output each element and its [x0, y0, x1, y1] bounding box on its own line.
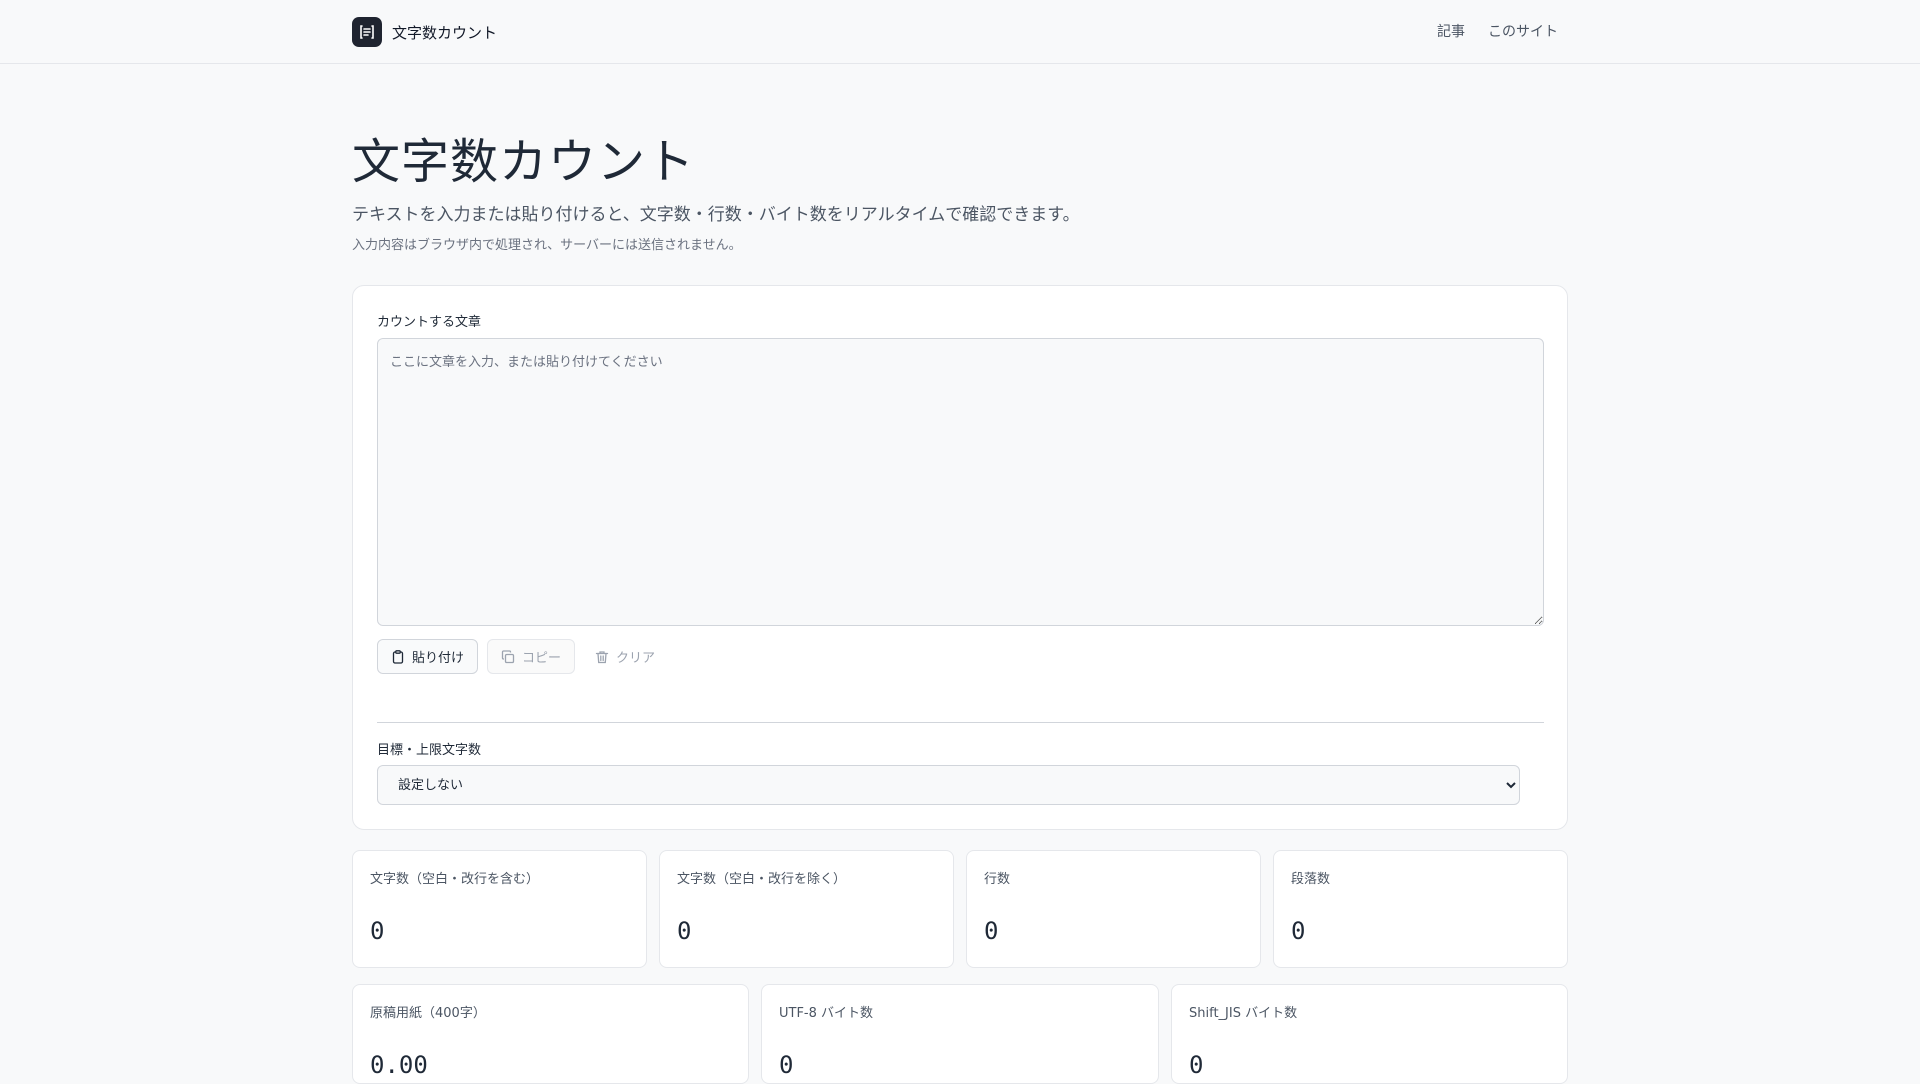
- editor-actions: 貼り付け コピー クリア: [377, 639, 666, 674]
- stat-value: 0: [1189, 1051, 1204, 1079]
- main-nav: 記事 このサイト: [1437, 21, 1558, 41]
- stat-label: 行数: [984, 872, 1011, 887]
- paste-button-label: 貼り付け: [412, 651, 465, 666]
- stat-value: 0.00: [370, 1051, 428, 1079]
- brand-name: 文字数カウント: [392, 23, 498, 42]
- stat-value: 0: [677, 917, 692, 945]
- stat-label: 文字数（空白・改行を含む）: [370, 872, 540, 887]
- stat-label: Shift_JIS バイト数: [1189, 1006, 1298, 1021]
- stat-card-chars-without-spaces: 文字数（空白・改行を除く） 0: [659, 850, 954, 968]
- text-input-label: カウントする文章: [377, 315, 482, 330]
- brand-link[interactable]: 文字数カウント: [352, 17, 497, 47]
- stat-card-manuscript-pages: 原稿用紙（400字） 0.00: [352, 984, 749, 1084]
- stat-label: 原稿用紙（400字）: [370, 1006, 486, 1021]
- target-count-label: 目標・上限文字数: [377, 743, 482, 758]
- divider: [377, 722, 1544, 723]
- stat-card-shiftjis-bytes: Shift_JIS バイト数 0: [1171, 984, 1568, 1084]
- stat-card-utf8-bytes: UTF-8 バイト数 0: [761, 984, 1159, 1084]
- copy-button-label: コピー: [522, 651, 562, 666]
- stat-value: 0: [984, 917, 999, 945]
- clear-button-label: クリア: [616, 651, 656, 666]
- trash-icon: [595, 650, 609, 664]
- input-card: カウントする文章 貼り付け コピー: [352, 285, 1568, 830]
- nav-link-articles[interactable]: 記事: [1437, 21, 1465, 41]
- page-description: テキストを入力または貼り付けると、文字数・行数・バイト数をリアルタイムで確認でき…: [352, 205, 1080, 225]
- target-count-select[interactable]: 設定しない: [377, 765, 1520, 805]
- stat-label: UTF-8 バイト数: [779, 1006, 874, 1021]
- copy-icon: [501, 649, 515, 664]
- copy-button[interactable]: コピー: [487, 639, 576, 674]
- stat-card-chars-with-spaces: 文字数（空白・改行を含む） 0: [352, 850, 647, 968]
- stat-card-lines: 行数 0: [966, 850, 1261, 968]
- stat-label: 文字数（空白・改行を除く）: [677, 872, 847, 887]
- clipboard-icon: [391, 649, 405, 664]
- clear-button[interactable]: クリア: [584, 639, 666, 674]
- nav-link-about[interactable]: このサイト: [1488, 21, 1558, 41]
- paste-button[interactable]: 貼り付け: [377, 639, 479, 674]
- stat-value: 0: [370, 917, 385, 945]
- stat-label: 段落数: [1291, 872, 1331, 887]
- privacy-note: 入力内容はブラウザ内で処理され、サーバーには送信されません。: [352, 238, 742, 253]
- stat-value: 0: [1291, 917, 1306, 945]
- stat-card-paragraphs: 段落数 0: [1273, 850, 1568, 968]
- top-navbar: 文字数カウント 記事 このサイト: [0, 0, 1920, 64]
- document-icon: [352, 17, 382, 47]
- text-input[interactable]: [377, 338, 1544, 626]
- page-title: 文字数カウント: [352, 134, 696, 190]
- stat-value: 0: [779, 1051, 794, 1079]
